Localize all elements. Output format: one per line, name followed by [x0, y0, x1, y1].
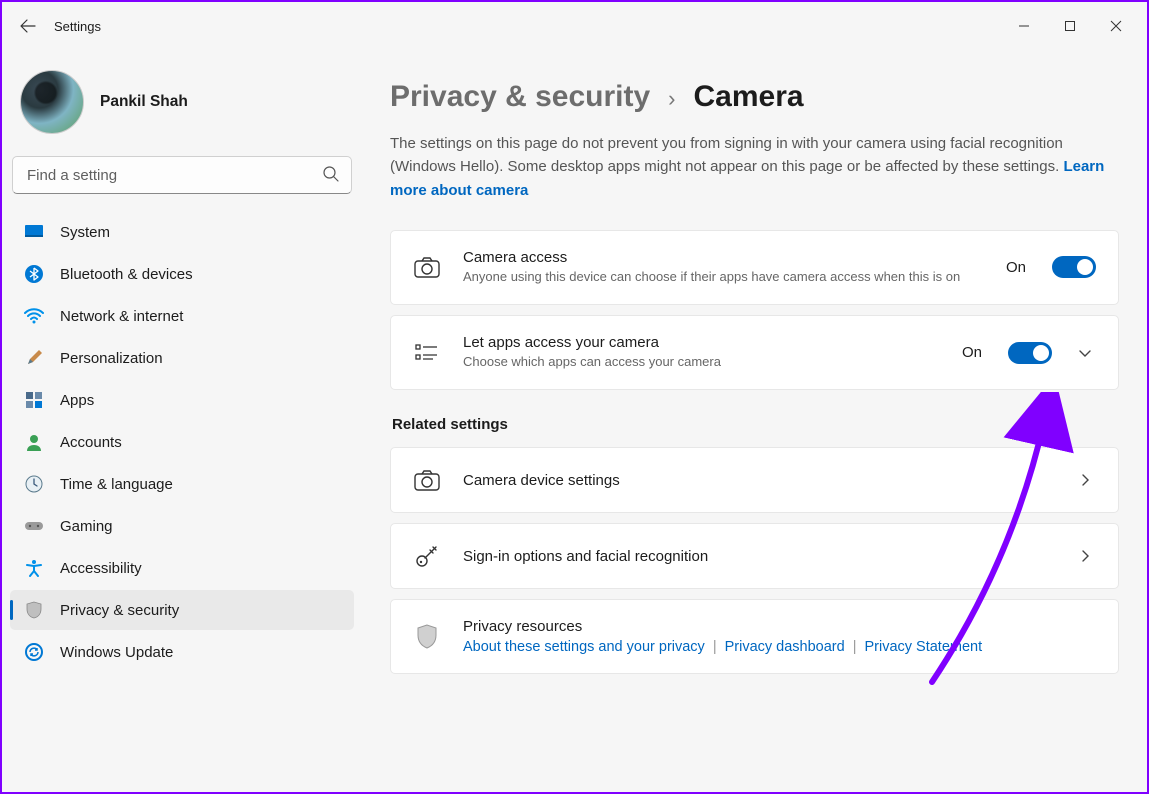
paintbrush-icon	[24, 348, 44, 368]
sidebar-item-privacy-security[interactable]: Privacy & security	[10, 590, 354, 630]
sidebar-item-bluetooth[interactable]: Bluetooth & devices	[10, 254, 354, 294]
sidebar-item-accessibility[interactable]: Accessibility	[10, 548, 354, 588]
sidebar-item-accounts[interactable]: Accounts	[10, 422, 354, 462]
privacy-links: About these settings and your privacy | …	[463, 639, 1096, 655]
toggle-state-label: On	[962, 344, 982, 361]
titlebar: Settings	[2, 2, 1147, 50]
accessibility-icon	[24, 558, 44, 578]
link-privacy-statement[interactable]: Privacy Statement	[864, 639, 982, 655]
card-let-apps[interactable]: Let apps access your camera Choose which…	[390, 315, 1119, 390]
sidebar-item-label: Privacy & security	[60, 602, 179, 619]
sidebar-item-gaming[interactable]: Gaming	[10, 506, 354, 546]
profile[interactable]: Pankil Shah	[10, 62, 354, 156]
sidebar: Pankil Shah System Bluetooth & devices N…	[2, 50, 362, 792]
sidebar-item-label: Gaming	[60, 518, 113, 535]
gamepad-icon	[24, 516, 44, 536]
user-name: Pankil Shah	[100, 93, 188, 111]
card-signin-options[interactable]: Sign-in options and facial recognition	[390, 523, 1119, 589]
card-title: Privacy resources	[463, 618, 1096, 635]
key-icon	[413, 542, 441, 570]
person-icon	[24, 432, 44, 452]
search-box	[12, 156, 352, 194]
toggle-state-label: On	[1006, 259, 1026, 276]
let-apps-toggle[interactable]	[1008, 342, 1052, 364]
card-title: Sign-in options and facial recognition	[463, 548, 1052, 565]
sidebar-item-windows-update[interactable]: Windows Update	[10, 632, 354, 672]
sidebar-item-label: Network & internet	[60, 308, 183, 325]
card-camera-access: Camera access Anyone using this device c…	[390, 230, 1119, 305]
search-input[interactable]	[12, 156, 352, 194]
chevron-right-icon	[1074, 549, 1096, 563]
window-title: Settings	[54, 19, 101, 34]
wifi-icon	[24, 306, 44, 326]
card-subtitle: Anyone using this device can choose if t…	[463, 268, 984, 286]
page-title: Camera	[693, 80, 803, 114]
update-icon	[24, 642, 44, 662]
back-button[interactable]	[10, 8, 46, 44]
sidebar-item-label: System	[60, 224, 110, 241]
clock-icon	[24, 474, 44, 494]
description-text: The settings on this page do not prevent…	[390, 135, 1063, 175]
sidebar-item-label: Apps	[60, 392, 94, 409]
card-camera-device-settings[interactable]: Camera device settings	[390, 447, 1119, 513]
camera-icon	[413, 253, 441, 281]
window-controls	[1001, 10, 1139, 42]
sidebar-item-label: Windows Update	[60, 644, 173, 661]
chevron-right-icon	[1074, 473, 1096, 487]
sidebar-item-personalization[interactable]: Personalization	[10, 338, 354, 378]
sidebar-item-apps[interactable]: Apps	[10, 380, 354, 420]
breadcrumb: Privacy & security › Camera	[390, 80, 1119, 114]
bluetooth-icon	[24, 264, 44, 284]
card-title: Camera access	[463, 249, 984, 266]
breadcrumb-parent[interactable]: Privacy & security	[390, 80, 650, 114]
main-content: Privacy & security › Camera The settings…	[362, 50, 1147, 792]
system-icon	[24, 222, 44, 242]
page-description: The settings on this page do not prevent…	[390, 132, 1110, 202]
sidebar-item-label: Bluetooth & devices	[60, 266, 193, 283]
search-icon	[322, 165, 340, 183]
sidebar-item-network[interactable]: Network & internet	[10, 296, 354, 336]
card-title: Let apps access your camera	[463, 334, 940, 351]
apps-icon	[24, 390, 44, 410]
chevron-down-icon[interactable]	[1074, 346, 1096, 360]
link-privacy-dashboard[interactable]: Privacy dashboard	[725, 639, 845, 655]
avatar	[20, 70, 84, 134]
card-privacy-resources: Privacy resources About these settings a…	[390, 599, 1119, 674]
maximize-button[interactable]	[1047, 10, 1093, 42]
related-heading: Related settings	[392, 416, 1119, 433]
sidebar-item-system[interactable]: System	[10, 212, 354, 252]
list-icon	[413, 339, 441, 367]
sidebar-item-label: Time & language	[60, 476, 173, 493]
card-title: Camera device settings	[463, 472, 1052, 489]
close-button[interactable]	[1093, 10, 1139, 42]
minimize-button[interactable]	[1001, 10, 1047, 42]
sidebar-item-label: Accessibility	[60, 560, 142, 577]
shield-icon	[413, 623, 441, 651]
sidebar-item-time-language[interactable]: Time & language	[10, 464, 354, 504]
card-subtitle: Choose which apps can access your camera	[463, 353, 940, 371]
shield-icon	[24, 600, 44, 620]
sidebar-item-label: Accounts	[60, 434, 122, 451]
nav-list: System Bluetooth & devices Network & int…	[10, 212, 354, 672]
camera-access-toggle[interactable]	[1052, 256, 1096, 278]
sidebar-item-label: Personalization	[60, 350, 163, 367]
arrow-left-icon	[20, 18, 36, 34]
camera-icon	[413, 466, 441, 494]
link-about-privacy[interactable]: About these settings and your privacy	[463, 639, 705, 655]
chevron-right-icon: ›	[668, 86, 675, 112]
